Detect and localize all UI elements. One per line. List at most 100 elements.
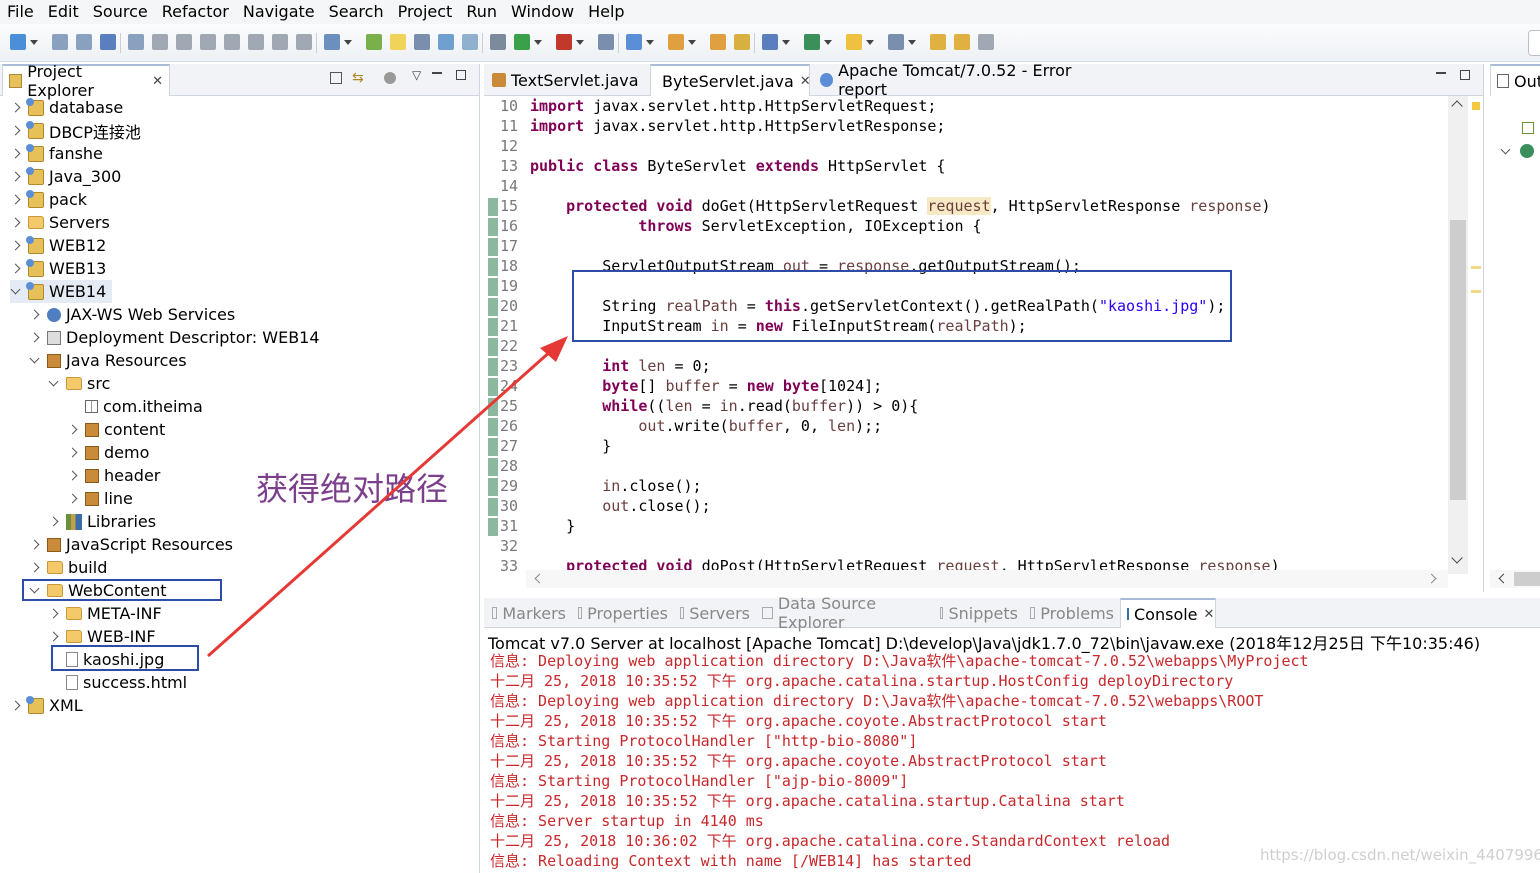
tree-item[interactable]: Java Resources bbox=[29, 349, 187, 372]
toolbar-icon[interactable] bbox=[200, 34, 216, 50]
tab-servers[interactable]: Servers bbox=[674, 598, 756, 628]
tab-problems[interactable]: Problems bbox=[1024, 598, 1120, 628]
close-icon[interactable]: ✕ bbox=[800, 74, 811, 89]
menu-search[interactable]: Search bbox=[322, 0, 391, 24]
tree-item[interactable]: Libraries bbox=[48, 510, 156, 533]
chevron-right-icon[interactable] bbox=[10, 125, 22, 137]
chevron-right-icon[interactable] bbox=[10, 102, 22, 114]
toolbar-icon[interactable] bbox=[324, 34, 352, 50]
toolbar-icon[interactable] bbox=[272, 34, 288, 50]
toolbar-icon[interactable] bbox=[390, 34, 406, 50]
tab-markers[interactable]: Markers bbox=[486, 598, 572, 628]
menu-refactor[interactable]: Refactor bbox=[155, 0, 236, 24]
scroll-thumb[interactable] bbox=[1450, 220, 1466, 500]
quick-access-search[interactable] bbox=[1528, 30, 1540, 56]
tree-item[interactable]: WEB12 bbox=[10, 234, 106, 257]
vertical-scrollbar[interactable] bbox=[1448, 96, 1468, 574]
tree-item[interactable]: com.itheima bbox=[67, 395, 203, 418]
tree-item[interactable]: content bbox=[67, 418, 165, 441]
toolbar-icon[interactable] bbox=[710, 34, 726, 50]
toolbar-icon[interactable] bbox=[762, 34, 790, 50]
toolbar-icon[interactable] bbox=[366, 34, 382, 50]
scroll-left-icon[interactable] bbox=[534, 573, 545, 584]
chevron-right-icon[interactable] bbox=[48, 516, 60, 528]
tab-project-explorer[interactable]: Project Explorer ✕ bbox=[2, 62, 170, 100]
maximize-icon[interactable] bbox=[456, 70, 466, 80]
toolbar-icon[interactable] bbox=[152, 34, 168, 50]
tree-item[interactable]: DBCP连接池 bbox=[10, 119, 141, 142]
toolbar-icon[interactable] bbox=[804, 34, 832, 50]
menu-edit[interactable]: Edit bbox=[41, 0, 86, 24]
scroll-up-icon[interactable] bbox=[1451, 100, 1463, 112]
chevron-right-icon[interactable] bbox=[67, 447, 79, 459]
scroll-down-icon[interactable] bbox=[1451, 552, 1463, 564]
chevron-right-icon[interactable] bbox=[29, 332, 41, 344]
chevron-right-icon[interactable] bbox=[48, 631, 60, 643]
tree-item[interactable]: src bbox=[48, 372, 110, 395]
tree-item[interactable]: header bbox=[67, 464, 160, 487]
toolbar-icon[interactable] bbox=[734, 34, 750, 50]
chevron-right-icon[interactable] bbox=[67, 470, 79, 482]
scroll-thumb[interactable] bbox=[1514, 572, 1540, 586]
chevron-right-icon[interactable] bbox=[29, 562, 41, 574]
chevron-right-icon[interactable] bbox=[10, 194, 22, 206]
tree-item[interactable]: Deployment Descriptor: WEB14 bbox=[29, 326, 320, 349]
toolbar-icon[interactable] bbox=[224, 34, 240, 50]
toolbar-icon[interactable] bbox=[556, 34, 584, 50]
tree-item[interactable]: pack bbox=[10, 188, 87, 211]
chevron-right-icon[interactable] bbox=[29, 309, 41, 321]
minimize-icon[interactable] bbox=[432, 72, 442, 74]
toolbar-icon[interactable] bbox=[598, 34, 614, 50]
close-icon[interactable]: ✕ bbox=[1204, 607, 1215, 622]
outline-hscrollbar[interactable] bbox=[1490, 570, 1540, 588]
tree-item[interactable]: database bbox=[10, 96, 123, 119]
toolbar-icon[interactable] bbox=[490, 34, 506, 50]
tab-properties[interactable]: Properties bbox=[572, 598, 674, 628]
filter-icon[interactable] bbox=[384, 72, 396, 84]
toolbar-icon[interactable] bbox=[414, 34, 430, 50]
tree-item[interactable]: WEB13 bbox=[10, 257, 106, 280]
chevron-down-icon[interactable] bbox=[10, 286, 22, 298]
chevron-down-icon[interactable] bbox=[29, 355, 41, 367]
toolbar-icon[interactable] bbox=[128, 34, 144, 50]
tree-item[interactable]: XML bbox=[10, 694, 83, 717]
collapse-all-icon[interactable] bbox=[330, 72, 342, 84]
menu-navigate[interactable]: Navigate bbox=[236, 0, 322, 24]
chevron-right-icon[interactable] bbox=[10, 148, 22, 160]
scroll-left-icon[interactable] bbox=[1498, 573, 1509, 584]
tab-snippets[interactable]: Snippets bbox=[934, 598, 1024, 628]
chevron-right-icon[interactable] bbox=[10, 240, 22, 252]
toolbar-icon[interactable] bbox=[514, 34, 542, 50]
editor-tab[interactable]: ByteServlet.java ✕ bbox=[650, 64, 811, 96]
tab-outline[interactable]: Out bbox=[1490, 64, 1540, 96]
chevron-right-icon[interactable] bbox=[29, 539, 41, 551]
tree-item[interactable]: build bbox=[29, 556, 107, 579]
chevron-right-icon[interactable] bbox=[10, 700, 22, 712]
toolbar-icon[interactable] bbox=[100, 34, 116, 50]
tree-item[interactable]: fanshe bbox=[10, 142, 103, 165]
chevron-down-icon[interactable] bbox=[48, 378, 60, 390]
toolbar-icon[interactable] bbox=[978, 34, 994, 50]
scroll-right-icon[interactable] bbox=[1426, 573, 1437, 584]
chevron-right-icon[interactable] bbox=[67, 493, 79, 505]
tab-console[interactable]: Console ✕ bbox=[1120, 598, 1216, 628]
menu-source[interactable]: Source bbox=[86, 0, 155, 24]
chevron-right-icon[interactable] bbox=[48, 608, 60, 620]
tree-item[interactable]: META-INF bbox=[48, 602, 162, 625]
toolbar-icon[interactable] bbox=[176, 34, 192, 50]
toolbar-icon[interactable] bbox=[888, 34, 916, 50]
view-menu-icon[interactable]: ▽ bbox=[412, 68, 421, 82]
chevron-right-icon[interactable] bbox=[67, 424, 79, 436]
toolbar-icon[interactable] bbox=[462, 34, 478, 50]
minimize-icon[interactable] bbox=[1436, 72, 1446, 74]
tree-item[interactable]: success.html bbox=[48, 671, 187, 694]
toolbar-icon[interactable] bbox=[248, 34, 264, 50]
menu-window[interactable]: Window bbox=[504, 0, 581, 24]
chevron-down-icon[interactable] bbox=[1500, 146, 1512, 158]
tree-item[interactable]: Java_300 bbox=[10, 165, 121, 188]
maximize-icon[interactable] bbox=[1460, 70, 1470, 80]
chevron-right-icon[interactable] bbox=[10, 171, 22, 183]
toolbar-icon[interactable] bbox=[438, 34, 454, 50]
menu-file[interactable]: File bbox=[0, 0, 41, 24]
toolbar-icon[interactable] bbox=[52, 34, 68, 50]
